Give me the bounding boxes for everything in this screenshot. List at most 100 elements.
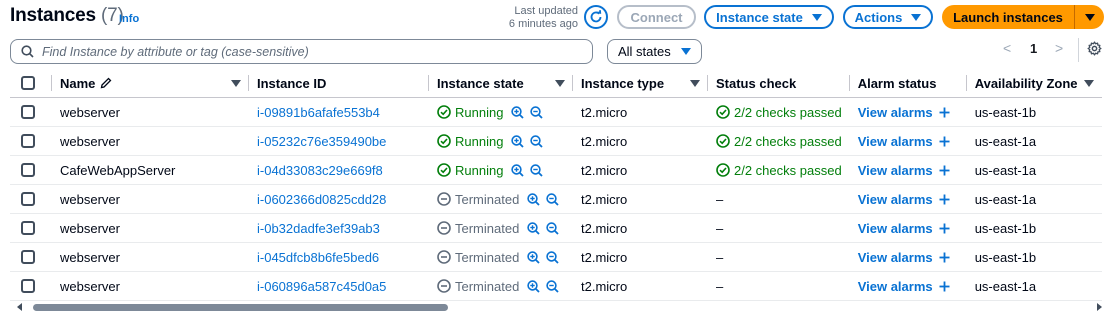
instance-name: webserver: [60, 278, 120, 294]
row-checkbox[interactable]: [21, 279, 35, 293]
zoom-out-icon[interactable]: [546, 221, 559, 235]
stopped-circle-icon: [437, 250, 451, 264]
plus-icon[interactable]: [939, 136, 950, 147]
launch-instances-main[interactable]: Launch instances: [942, 5, 1074, 29]
state-filter-select[interactable]: All states: [607, 39, 702, 64]
view-alarms-link[interactable]: View alarms: [858, 221, 950, 236]
connect-button[interactable]: Connect: [617, 5, 696, 29]
instance-id-link[interactable]: i-05232c76e359490be: [257, 134, 386, 149]
instance-state-text: Terminated: [455, 220, 520, 236]
plus-icon[interactable]: [939, 281, 950, 292]
scroll-right-icon[interactable]: [1097, 303, 1102, 311]
instance-id-link[interactable]: i-0602366d0825cdd28: [257, 192, 386, 207]
launch-instances-button[interactable]: Launch instances: [942, 5, 1104, 29]
instance-state: Running: [437, 105, 503, 120]
instance-type: t2.micro: [581, 278, 628, 294]
table-row[interactable]: CafeWebAppServer i-04d33083c29e669f8 Run…: [10, 155, 1102, 185]
view-alarms-link[interactable]: View alarms: [858, 163, 950, 178]
view-alarms-link[interactable]: View alarms: [858, 279, 950, 294]
check-circle-icon: [716, 105, 730, 119]
search-icon: [21, 45, 34, 58]
column-header-alarm-status[interactable]: Alarm status: [849, 69, 967, 98]
instance-state-text: Terminated: [455, 249, 520, 265]
zoom-out-icon[interactable]: [530, 134, 544, 148]
table-row[interactable]: webserver i-09891b6afafe553b4 Running t2…: [10, 97, 1102, 127]
row-checkbox[interactable]: [21, 163, 35, 177]
row-checkbox[interactable]: [21, 105, 35, 119]
table-row[interactable]: webserver i-060896a587c45d0a5 Terminated…: [10, 271, 1102, 301]
instance-id-link[interactable]: i-04d33083c29e669f8: [257, 163, 383, 178]
instance-name: webserver: [60, 133, 120, 149]
availability-zone: us-east-1a: [974, 162, 1037, 178]
instance-id-link[interactable]: i-0b32dadfe3ef39ab3: [257, 221, 380, 236]
table-row[interactable]: webserver i-045dfcb8b6fe5bed6 Terminated…: [10, 242, 1102, 272]
view-alarms-link[interactable]: View alarms: [858, 250, 950, 265]
zoom-out-icon[interactable]: [546, 279, 559, 293]
zoom-in-icon[interactable]: [511, 163, 525, 177]
plus-icon[interactable]: [939, 252, 950, 263]
column-header-name[interactable]: Name: [52, 69, 249, 98]
search-input[interactable]: [42, 44, 562, 59]
caret-down-icon: [681, 48, 691, 55]
instance-state-button[interactable]: Instance state: [704, 5, 834, 29]
view-alarms-label: View alarms: [857, 133, 933, 149]
table-row[interactable]: webserver i-05232c76e359490be Running t2…: [10, 126, 1102, 156]
column-header-status-check[interactable]: Status check: [708, 69, 850, 98]
row-checkbox[interactable]: [21, 192, 35, 206]
column-state-label: Instance state: [437, 75, 524, 91]
zoom-in-icon[interactable]: [527, 192, 540, 206]
table-row[interactable]: webserver i-0602366d0825cdd28 Terminated…: [10, 184, 1102, 214]
zoom-in-icon[interactable]: [527, 221, 540, 235]
next-page-button[interactable]: >: [1055, 40, 1063, 56]
column-header-instance-type[interactable]: Instance type: [573, 69, 708, 98]
actions-button[interactable]: Actions: [843, 5, 933, 29]
caret-down-icon: [811, 13, 822, 21]
column-header-instance-state[interactable]: Instance state: [429, 69, 573, 98]
previous-page-button[interactable]: <: [1003, 40, 1011, 56]
zoom-out-icon[interactable]: [530, 163, 544, 177]
preferences-button[interactable]: [1087, 41, 1102, 61]
row-checkbox[interactable]: [21, 250, 35, 264]
zoom-in-icon[interactable]: [527, 279, 540, 293]
plus-icon[interactable]: [939, 194, 950, 205]
title-text: Instances: [10, 5, 96, 26]
refresh-icon: [590, 10, 602, 23]
zoom-in-icon[interactable]: [527, 250, 540, 264]
column-header-instance-id[interactable]: Instance ID: [249, 69, 429, 98]
zoom-in-icon[interactable]: [511, 105, 525, 119]
select-all-checkbox[interactable]: [21, 76, 35, 90]
scroll-left-icon[interactable]: [17, 303, 22, 311]
column-header-availability-zone[interactable]: Availability Zone: [966, 69, 1102, 98]
zoom-in-icon[interactable]: [511, 134, 525, 148]
stopped-circle-icon: [437, 192, 451, 206]
search-box[interactable]: [10, 39, 593, 64]
launch-dropdown[interactable]: [1075, 5, 1104, 29]
instance-id-link[interactable]: i-060896a587c45d0a5: [257, 279, 386, 294]
plus-icon[interactable]: [939, 107, 950, 118]
view-alarms-label: View alarms: [857, 162, 933, 178]
page-number[interactable]: 1: [1030, 41, 1037, 56]
column-name-label: Name: [60, 75, 96, 91]
table-row[interactable]: webserver i-0b32dadfe3ef39ab3 Terminated…: [10, 213, 1102, 243]
plus-icon[interactable]: [939, 223, 950, 234]
row-checkbox[interactable]: [21, 221, 35, 235]
plus-icon[interactable]: [939, 165, 950, 176]
column-status-label: Status check: [716, 75, 797, 91]
zoom-out-icon[interactable]: [546, 250, 559, 264]
row-checkbox[interactable]: [21, 134, 35, 148]
actions-label: Actions: [854, 9, 903, 25]
zoom-out-icon[interactable]: [546, 192, 559, 206]
view-alarms-link[interactable]: View alarms: [858, 134, 950, 149]
zoom-out-icon[interactable]: [530, 105, 544, 119]
instance-id-link[interactable]: i-09891b6afafe553b4: [257, 105, 380, 120]
instance-name: webserver: [60, 220, 120, 236]
view-alarms-link[interactable]: View alarms: [858, 105, 950, 120]
stopped-circle-icon: [437, 221, 451, 235]
scrollbar-thumb[interactable]: [33, 304, 448, 311]
info-link[interactable]: Info: [119, 13, 139, 25]
refresh-button[interactable]: [584, 5, 608, 29]
pager-divider: [1078, 38, 1079, 62]
view-alarms-link[interactable]: View alarms: [858, 192, 950, 207]
column-type-label: Instance type: [581, 75, 665, 91]
instance-id-link[interactable]: i-045dfcb8b6fe5bed6: [257, 250, 379, 265]
